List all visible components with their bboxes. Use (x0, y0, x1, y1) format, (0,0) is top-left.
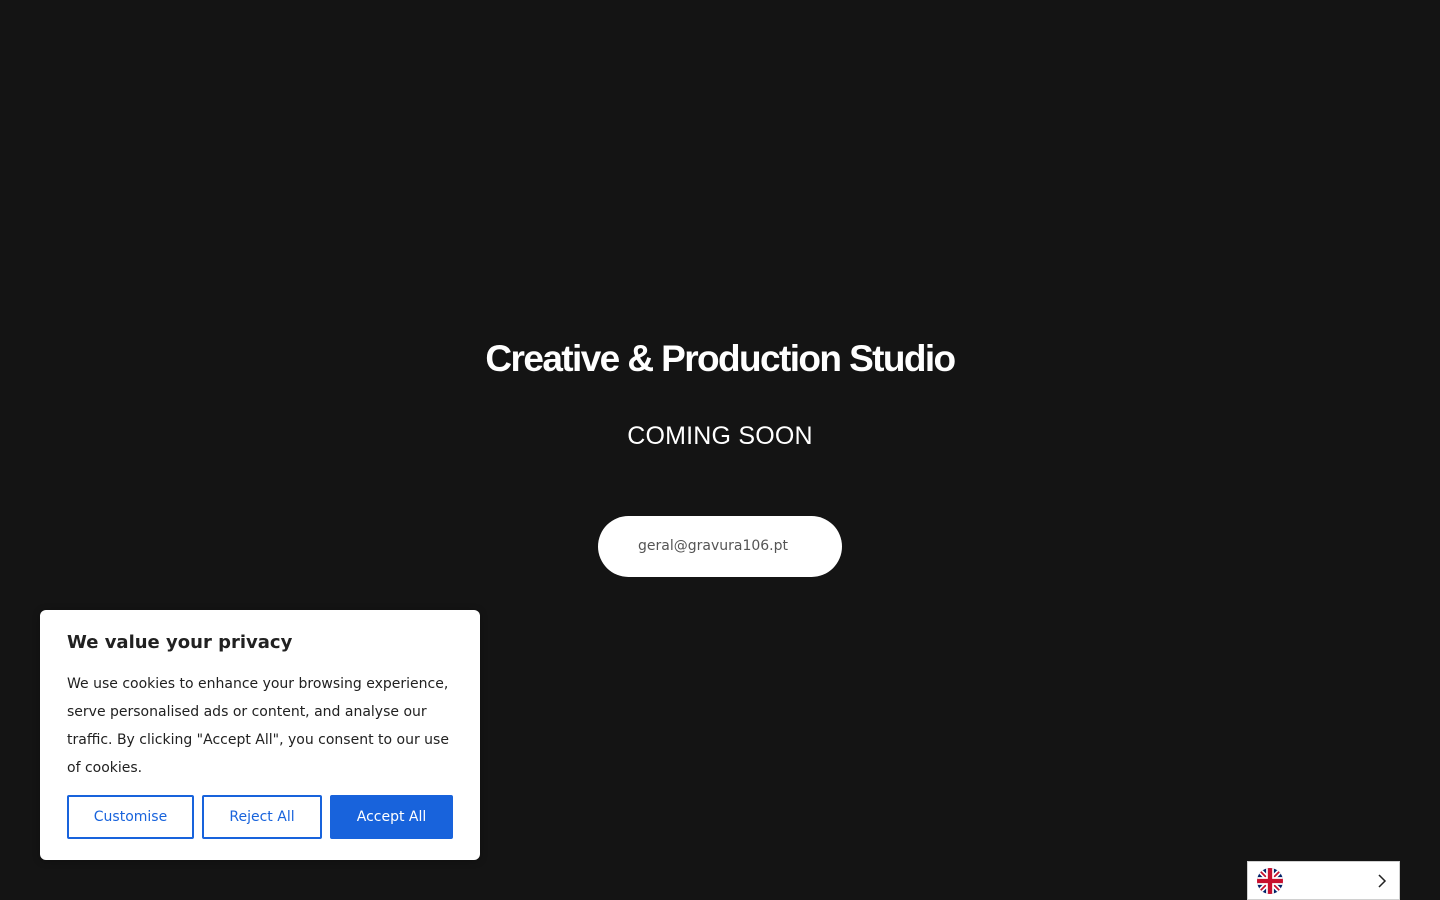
page: Creative & Production Studio COMING SOON… (0, 0, 1440, 900)
cookie-consent-banner: We value your privacy We use cookies to … (40, 610, 480, 860)
cookie-banner-description: We use cookies to enhance your browsing … (67, 676, 449, 776)
uk-flag-icon (1257, 868, 1283, 894)
reject-all-button[interactable]: Reject All (202, 795, 322, 839)
email-button[interactable]: geral@gravura106.pt (598, 516, 842, 577)
cookie-button-group: Customise Reject All Accept All (67, 795, 453, 839)
customise-button[interactable]: Customise (67, 795, 194, 839)
page-title: Creative & Production Studio (485, 338, 956, 379)
cookie-banner-title: We value your privacy (67, 632, 293, 653)
coming-soon-text: COMING SOON (627, 422, 813, 450)
language-switcher[interactable] (1247, 861, 1400, 900)
chevron-right-icon (1378, 874, 1387, 888)
accept-all-button[interactable]: Accept All (330, 795, 453, 839)
